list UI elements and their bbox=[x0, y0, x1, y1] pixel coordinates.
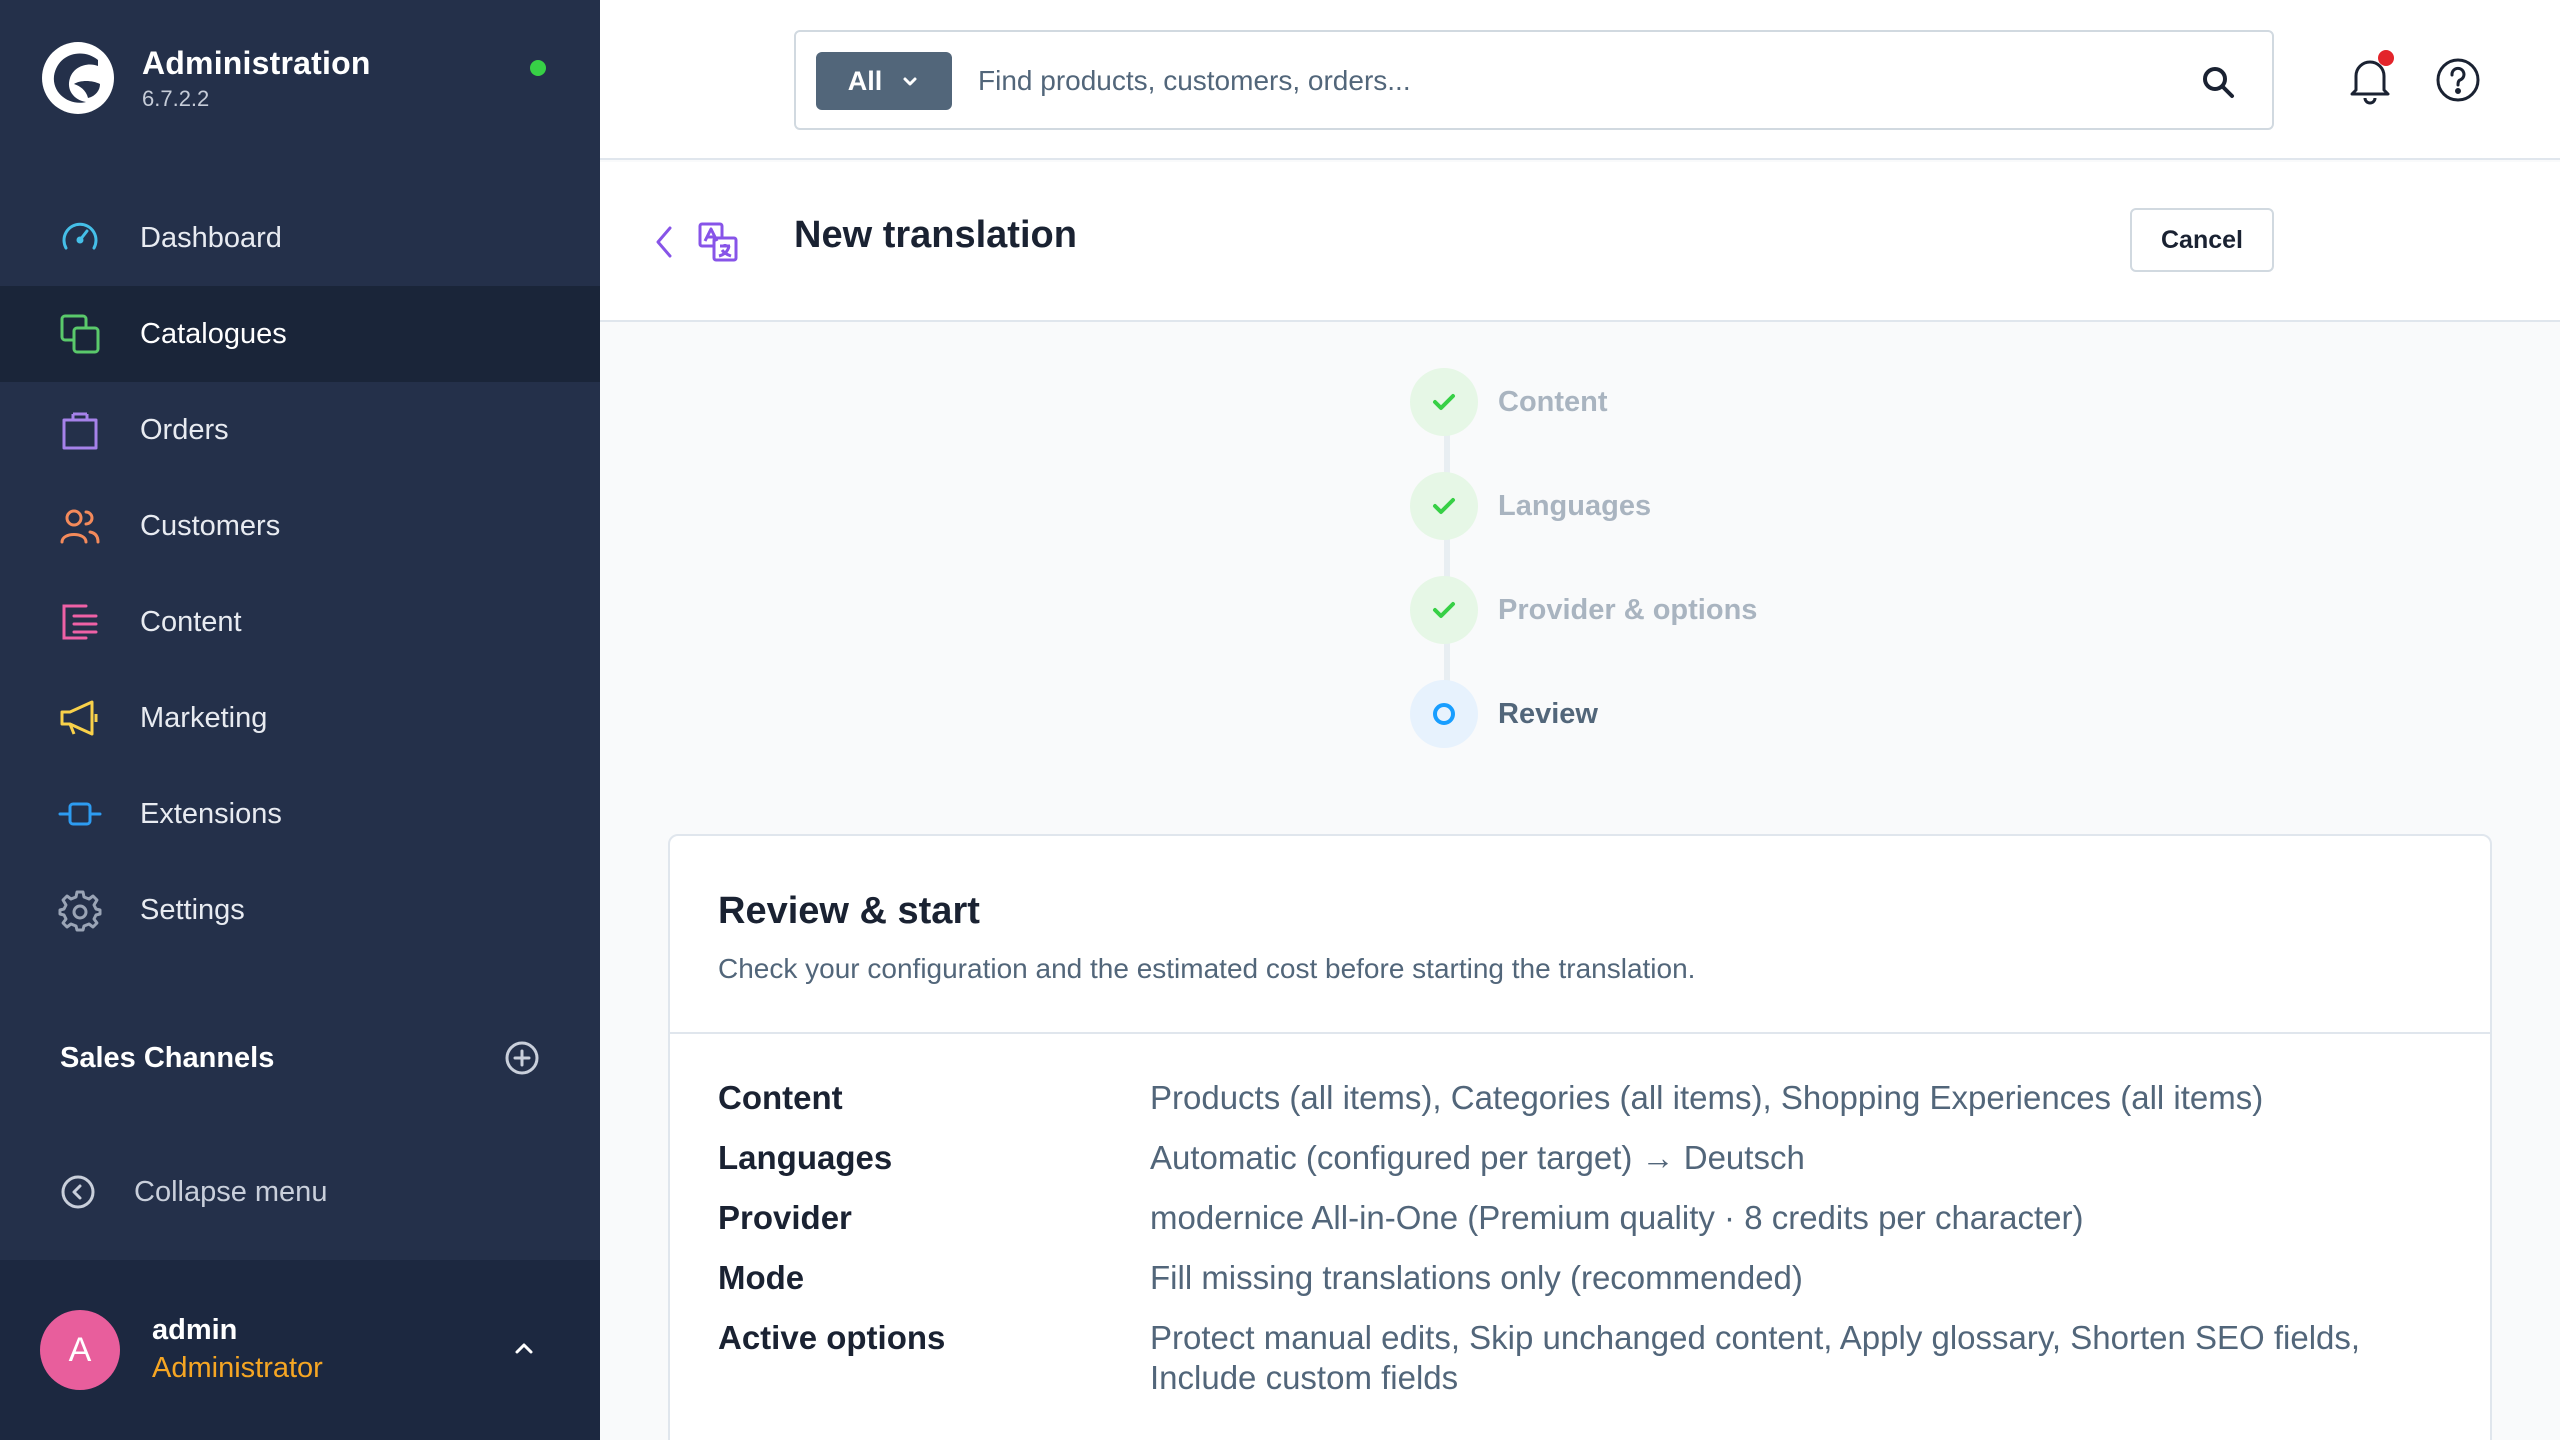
review-summary: Content Products (all items), Categories… bbox=[670, 1034, 2490, 1398]
help-icon[interactable] bbox=[2434, 56, 2482, 104]
step-label: Provider & options bbox=[1498, 593, 1758, 626]
content-icon bbox=[62, 604, 98, 640]
add-sales-channel-icon[interactable] bbox=[504, 1040, 540, 1076]
summary-key: Languages bbox=[718, 1139, 893, 1176]
app-title: Administration bbox=[142, 44, 371, 81]
summary-row: Languages Automatic (configured per targ… bbox=[718, 1138, 2442, 1178]
shopware-logo-icon bbox=[42, 42, 114, 114]
sales-channels-header: Sales Channels bbox=[60, 1040, 540, 1076]
review-subtitle: Check your configuration and the estimat… bbox=[718, 953, 1696, 984]
sidebar-item-extensions[interactable]: Extensions bbox=[0, 766, 600, 862]
brand[interactable]: Administration 6.7.2.2 bbox=[40, 40, 371, 116]
user-menu[interactable]: A admin Administrator bbox=[0, 1260, 600, 1440]
catalogues-icon bbox=[60, 314, 100, 354]
search-input[interactable] bbox=[978, 52, 2138, 110]
search-type-label: All bbox=[847, 65, 883, 96]
sidebar-item-customers[interactable]: Customers bbox=[0, 478, 600, 574]
sidebar-item-label: Content bbox=[140, 605, 242, 638]
step-review[interactable]: Review bbox=[1410, 680, 1598, 748]
chevron-down-icon bbox=[903, 77, 917, 86]
search-type-select[interactable]: All bbox=[816, 52, 952, 110]
notification-badge bbox=[2378, 50, 2394, 66]
summary-value: Fill missing translations only (recommen… bbox=[1150, 1259, 1803, 1296]
collapse-menu-label: Collapse menu bbox=[134, 1175, 328, 1208]
review-card: Review & start Check your configuration … bbox=[668, 834, 2492, 1440]
chevron-left-icon[interactable] bbox=[646, 220, 682, 264]
summary-value: modernice All-in-One (Premium quality · … bbox=[1150, 1199, 2084, 1236]
sidebar-item-label: Extensions bbox=[140, 797, 282, 830]
summary-row: Content Products (all items), Categories… bbox=[718, 1078, 2442, 1118]
top-header: All bbox=[600, 0, 2560, 160]
step-status bbox=[1410, 472, 1478, 540]
online-status-dot bbox=[530, 60, 546, 76]
sidebar-item-label: Catalogues bbox=[140, 317, 287, 350]
main-nav: Dashboard Catalogues Orders Customers Co… bbox=[0, 190, 600, 958]
app-version: 6.7.2.2 bbox=[142, 85, 210, 111]
smart-bar: New translation Cancel bbox=[600, 162, 2560, 322]
sidebar-item-label: Settings bbox=[140, 893, 245, 926]
chevron-left-circle-icon bbox=[61, 1175, 95, 1209]
summary-row: Mode Fill missing translations only (rec… bbox=[718, 1258, 2442, 1298]
step-languages[interactable]: Languages bbox=[1410, 472, 1651, 540]
step-status bbox=[1410, 368, 1478, 436]
dashboard-icon bbox=[62, 222, 98, 250]
sidebar-item-label: Dashboard bbox=[140, 221, 282, 254]
summary-key: Provider bbox=[718, 1199, 852, 1236]
summary-value: Products (all items), Categories (all it… bbox=[1150, 1079, 2264, 1116]
sidebar-item-settings[interactable]: Settings bbox=[0, 862, 600, 958]
sidebar-item-label: Customers bbox=[140, 509, 281, 542]
summary-key: Mode bbox=[718, 1259, 805, 1296]
step-label: Review bbox=[1498, 697, 1598, 730]
step-provider-options[interactable]: Provider & options bbox=[1410, 576, 1757, 644]
stepper-line bbox=[1444, 408, 1450, 718]
step-status bbox=[1410, 576, 1478, 644]
extensions-icon bbox=[58, 802, 102, 826]
check-icon bbox=[1433, 602, 1455, 618]
summary-row: Active options Protect manual edits, Ski… bbox=[718, 1318, 2442, 1398]
sidebar-item-label: Orders bbox=[140, 413, 229, 446]
circle-outline-icon bbox=[1433, 703, 1455, 725]
translate-icon bbox=[698, 222, 738, 262]
step-content[interactable]: Content bbox=[1410, 368, 1608, 436]
search-icon[interactable] bbox=[2198, 62, 2238, 102]
check-icon bbox=[1433, 498, 1455, 514]
user-name: admin bbox=[152, 1314, 238, 1346]
user-role: Administrator bbox=[152, 1352, 323, 1384]
marketing-icon bbox=[60, 700, 98, 736]
summary-value: Automatic (configured per target) → Deut… bbox=[1150, 1139, 1805, 1176]
sidebar-item-orders[interactable]: Orders bbox=[0, 382, 600, 478]
avatar: A bbox=[40, 1310, 120, 1390]
summary-key: Content bbox=[718, 1079, 843, 1116]
sidebar-item-marketing[interactable]: Marketing bbox=[0, 670, 600, 766]
summary-value: Protect manual edits, Skip unchanged con… bbox=[1150, 1319, 2361, 1396]
page-title: New translation bbox=[794, 214, 1077, 256]
orders-icon bbox=[62, 412, 98, 450]
cancel-button[interactable]: Cancel bbox=[2130, 208, 2274, 272]
customers-icon bbox=[60, 509, 100, 544]
step-status bbox=[1410, 680, 1478, 748]
chevron-up-icon[interactable] bbox=[510, 1334, 538, 1362]
review-card-header: Review & start Check your configuration … bbox=[670, 836, 2490, 1034]
settings-icon bbox=[58, 890, 102, 932]
review-title: Review & start bbox=[718, 890, 980, 932]
step-label: Content bbox=[1498, 385, 1608, 418]
sales-channels-label: Sales Channels bbox=[60, 1041, 275, 1074]
sidebar: Administration 6.7.2.2 Dashboard Catalog… bbox=[0, 0, 600, 1440]
global-search: All bbox=[794, 30, 2274, 130]
check-icon bbox=[1433, 394, 1455, 410]
summary-row: Provider modernice All-in-One (Premium q… bbox=[718, 1198, 2442, 1238]
summary-key: Active options bbox=[718, 1319, 946, 1356]
sidebar-item-dashboard[interactable]: Dashboard bbox=[0, 190, 600, 286]
collapse-menu-button[interactable]: Collapse menu bbox=[60, 1174, 327, 1210]
sidebar-item-content[interactable]: Content bbox=[0, 574, 600, 670]
step-label: Languages bbox=[1498, 489, 1652, 522]
sidebar-item-label: Marketing bbox=[140, 701, 268, 734]
sidebar-item-catalogues[interactable]: Catalogues bbox=[0, 286, 600, 382]
